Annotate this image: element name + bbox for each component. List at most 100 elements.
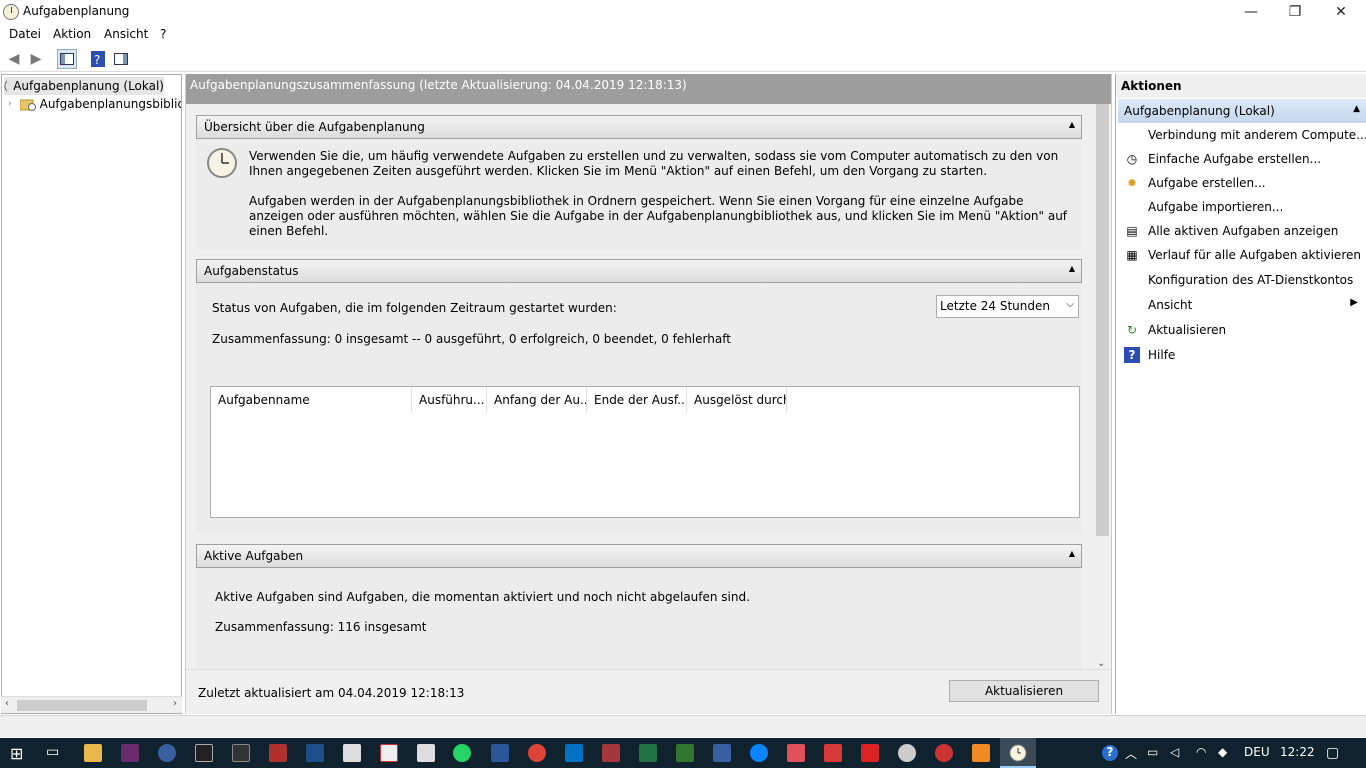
action-create-task[interactable]: ✹ Aufgabe erstellen... (1118, 171, 1366, 195)
column-header-start[interactable]: Anfang der Au... (487, 387, 587, 413)
action-connect[interactable]: Verbindung mit anderem Compute... (1118, 123, 1366, 147)
clock-time[interactable]: 12:22 (1280, 745, 1315, 759)
refresh-button[interactable]: Aktualisieren (949, 680, 1099, 702)
app-icon[interactable] (713, 744, 731, 762)
app-icon[interactable] (972, 744, 990, 762)
menu-datei[interactable]: Datei (9, 27, 41, 41)
action-import-task[interactable]: Aufgabe importieren... (1118, 195, 1366, 219)
file-explorer-icon[interactable] (84, 744, 102, 762)
wifi-icon[interactable]: ◠ (1196, 745, 1206, 759)
action-view[interactable]: Ansicht ▶ (1118, 293, 1366, 317)
actions-section-label: Aufgabenplanung (Lokal) (1124, 104, 1275, 118)
action-pane-icon[interactable] (111, 49, 131, 69)
app-icon[interactable] (861, 744, 879, 762)
minimize-button[interactable]: — (1228, 0, 1274, 24)
status-section-header[interactable]: Aufgabenstatus ▲ (196, 259, 1082, 283)
whatsapp-icon[interactable] (453, 744, 471, 762)
time-range-value: Letzte 24 Stunden (940, 299, 1050, 313)
app-icon[interactable] (380, 744, 398, 762)
battery-icon[interactable]: ▭ (1147, 745, 1158, 759)
app-icon[interactable] (787, 744, 805, 762)
actions-section-header[interactable]: Aufgabenplanung (Lokal) ▲ (1118, 99, 1366, 123)
app-icon[interactable] (121, 744, 139, 762)
column-header-trigger[interactable]: Ausgelöst durch (687, 387, 787, 413)
app-icon[interactable] (232, 744, 250, 762)
language-indicator[interactable]: DEU (1244, 745, 1270, 759)
action-enable-history[interactable]: ▦ Verlauf für alle Aufgaben aktivieren (1118, 243, 1366, 267)
menu-ansicht[interactable]: Ansicht (104, 27, 148, 41)
app-icon[interactable] (935, 744, 953, 762)
status-bar (0, 715, 1366, 737)
help-tray-icon[interactable]: ? (1102, 745, 1118, 761)
action-label: Verbindung mit anderem Compute... (1148, 128, 1366, 142)
chevron-up-icon[interactable]: ︿ (1125, 745, 1137, 762)
column-header-taskname[interactable]: Aufgabenname (211, 387, 412, 413)
app-icon[interactable] (343, 744, 361, 762)
action-create-basic-task[interactable]: ◷ Einfache Aufgabe erstellen... (1118, 147, 1366, 171)
collapse-icon[interactable]: ▲ (1069, 549, 1075, 558)
action-show-running[interactable]: ▤ Alle aktiven Aufgaben anzeigen (1118, 219, 1366, 243)
column-header-result[interactable]: Ausführu... (412, 387, 487, 413)
scroll-thumb[interactable] (1096, 104, 1109, 536)
volume-icon[interactable]: ◁ (1170, 745, 1179, 759)
column-header-end[interactable]: Ende der Ausf... (587, 387, 687, 413)
close-button[interactable]: ✕ (1318, 0, 1364, 24)
forward-arrow-icon[interactable]: ▶ (26, 49, 46, 69)
overview-section-header[interactable]: Übersicht über die Aufgabenplanung ▲ (196, 115, 1082, 139)
scroll-right-icon[interactable]: › (173, 698, 177, 709)
chrome-icon[interactable] (528, 744, 546, 762)
collapse-icon[interactable]: ▲ (1069, 264, 1075, 273)
help-icon[interactable]: ? (88, 49, 108, 69)
clock-icon (207, 148, 237, 178)
powershell-icon[interactable] (306, 744, 324, 762)
tree-library-node[interactable]: › Aufgabenplanungsbibliothek (8, 95, 181, 113)
collapse-icon[interactable]: ▲ (1069, 120, 1075, 129)
download-icon[interactable] (824, 744, 842, 762)
chevron-right-icon[interactable]: › (8, 99, 12, 109)
new-task-icon: ✹ (1126, 176, 1138, 190)
action-refresh[interactable]: ↻ Aktualisieren (1118, 318, 1366, 342)
menu-aktion[interactable]: Aktion (53, 27, 91, 41)
app-icon[interactable] (269, 744, 287, 762)
task-view-icon[interactable]: ▭ (46, 744, 59, 760)
action-help[interactable]: ? Hilfe (1118, 343, 1366, 367)
overview-paragraph-2: Aufgaben werden in der Aufgabenplanungsb… (249, 194, 1068, 238)
chevron-right-icon: ▶ (1350, 297, 1358, 308)
restore-button[interactable]: ❐ (1272, 0, 1318, 24)
project-icon[interactable] (676, 744, 694, 762)
action-label: Hilfe (1148, 348, 1176, 362)
onedrive-icon[interactable] (750, 744, 768, 762)
tree-root-node[interactable]: Aufgabenplanung (Lokal) (4, 77, 164, 95)
folder-clock-icon (19, 99, 36, 111)
outlook-icon[interactable] (565, 744, 583, 762)
task-scheduler-taskbar-button[interactable] (1000, 738, 1036, 768)
tree-library-label: Aufgabenplanungsbibliothek (39, 97, 181, 111)
windows-start-icon[interactable]: ⊞ (10, 744, 23, 763)
notification-icon[interactable]: ▢ (1326, 745, 1339, 761)
console-tree-icon[interactable] (57, 49, 77, 69)
collapse-icon[interactable]: ▲ (1353, 104, 1360, 114)
scroll-down-icon[interactable]: ⌄ (1097, 658, 1105, 669)
summary-vertical-scrollbar[interactable]: ⌄ (1094, 104, 1111, 669)
time-range-dropdown[interactable]: Letzte 24 Stunden ⌵ (936, 295, 1079, 318)
active-section-header[interactable]: Aktive Aufgaben ▲ (196, 544, 1082, 568)
word-icon[interactable] (491, 744, 509, 762)
action-at-service-config[interactable]: Konfiguration des AT-Dienstkontos (1118, 268, 1366, 292)
scroll-left-icon[interactable]: ‹ (5, 698, 9, 709)
clock-wizard-icon: ◷ (1126, 152, 1138, 166)
app-icon[interactable] (417, 744, 435, 762)
tree-root-label: Aufgabenplanung (Lokal) (13, 79, 164, 93)
tree-horizontal-scrollbar[interactable]: ‹ › (1, 696, 182, 713)
status-title: Aufgabenstatus (204, 264, 299, 278)
command-prompt-icon[interactable] (195, 744, 213, 762)
dropbox-icon[interactable]: ◆ (1218, 745, 1227, 759)
app-icon[interactable] (158, 744, 176, 762)
menu-help[interactable]: ? (160, 27, 166, 41)
excel-icon[interactable] (639, 744, 657, 762)
scroll-thumb[interactable] (17, 700, 147, 711)
app-icon[interactable] (898, 744, 916, 762)
access-icon[interactable] (602, 744, 620, 762)
console-tree: Aufgabenplanung (Lokal) › Aufgabenplanun… (1, 74, 182, 714)
back-arrow-icon[interactable]: ◀ (4, 49, 24, 69)
list-icon: ▤ (1126, 224, 1138, 238)
